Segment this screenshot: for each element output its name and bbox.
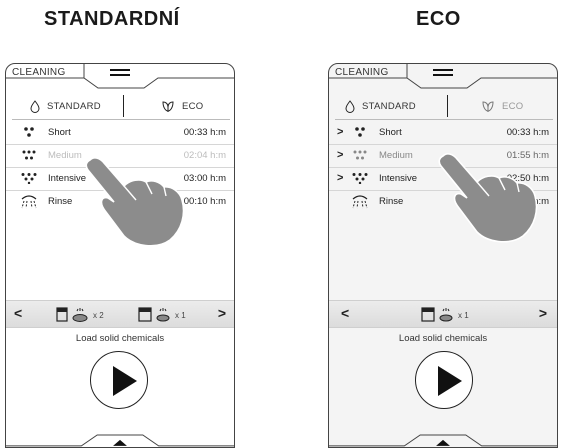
program-intensive[interactable]: Intensive 03:00 h:m: [6, 168, 234, 191]
play-icon: [438, 366, 462, 396]
tab-eco[interactable]: ECO: [481, 95, 524, 117]
tab-standard-label: STANDARD: [362, 100, 416, 112]
play-button[interactable]: [90, 351, 148, 409]
chemical-qty: x 2: [93, 310, 104, 320]
chemical-item: x 1: [138, 307, 186, 323]
prev-arrow[interactable]: <: [14, 305, 22, 321]
program-name: Rinse: [48, 196, 73, 207]
chemical-item: x 1: [421, 307, 469, 323]
program-time: 00:33 h:m: [183, 127, 226, 138]
program-name: Short: [48, 127, 71, 138]
leaf-icon: [481, 99, 495, 113]
program-name: Intensive: [379, 173, 418, 184]
play-icon: [113, 366, 137, 396]
drops-9-icon: [20, 172, 38, 187]
mode-tabs: STANDARD ECO: [6, 95, 234, 120]
chemical-bar: < x 2 x 1 >: [6, 300, 234, 328]
heading-standard: STANDARDNÍ: [44, 8, 180, 30]
program-short[interactable]: Short 00:33 h:m: [6, 122, 234, 145]
chevron-right-icon: >: [337, 126, 344, 138]
program-name: Rinse: [379, 196, 404, 207]
play-button[interactable]: [415, 351, 473, 409]
program-rinse[interactable]: Rinse 00:10 h:m: [6, 191, 234, 213]
hamburger-menu-icon[interactable]: [110, 69, 130, 81]
hamburger-menu-icon[interactable]: [433, 69, 453, 81]
bottom-pull-tab[interactable]: [329, 417, 557, 447]
prev-arrow[interactable]: <: [341, 305, 349, 321]
program-intensive[interactable]: > Intensive 02:50 h:m: [329, 168, 557, 191]
bottom-pull-tab[interactable]: [6, 417, 234, 447]
drops-6-icon: [21, 149, 37, 164]
device-screen-eco: CLEANING STANDARD ECO > Short 00:33 h:m: [328, 63, 558, 448]
program-time: 03:00 h:m: [183, 173, 226, 184]
chemical-item: x 2: [56, 307, 104, 323]
top-bar: CLEANING: [6, 64, 234, 89]
program-short[interactable]: > Short 00:33 h:m: [329, 122, 557, 145]
shower-icon: [20, 195, 38, 212]
tab-eco-label: ECO: [502, 100, 524, 112]
leaf-icon: [161, 99, 175, 113]
program-name: Short: [379, 127, 402, 138]
program-time: 02:50 h:m: [506, 173, 549, 184]
tab-underline: [335, 119, 553, 120]
program-time: 00:10 h:m: [506, 196, 549, 207]
drops-3-icon: [22, 126, 36, 141]
program-time: 00:10 h:m: [183, 196, 226, 207]
dishwasher-chemical-icon: [56, 307, 88, 322]
program-medium[interactable]: Medium 02:04 h:m: [6, 145, 234, 168]
water-drop-icon: [30, 99, 40, 113]
screen-title: CLEANING: [335, 67, 389, 78]
drops-9-icon: [351, 172, 369, 187]
program-time: 00:33 h:m: [506, 127, 549, 138]
dishwasher-chemical-icon: [138, 307, 170, 322]
water-drop-icon: [345, 99, 355, 113]
tab-standard-label: STANDARD: [47, 100, 101, 112]
tab-divider: [123, 95, 124, 117]
program-time: 01:55 h:m: [506, 150, 549, 161]
next-arrow[interactable]: >: [218, 305, 226, 321]
tab-standard[interactable]: STANDARD: [30, 95, 101, 117]
tab-eco[interactable]: ECO: [161, 95, 204, 117]
chevron-right-icon: >: [337, 149, 344, 161]
chemical-qty: x 1: [175, 310, 186, 320]
next-arrow[interactable]: >: [539, 305, 547, 321]
load-chemicals-label: Load solid chemicals: [75, 333, 165, 344]
program-time: 02:04 h:m: [183, 150, 226, 161]
load-chemicals-label: Load solid chemicals: [398, 333, 488, 344]
chemical-bar: < x 1 >: [329, 300, 557, 328]
tab-underline: [12, 119, 230, 120]
heading-eco: ECO: [416, 8, 461, 30]
program-list: Short 00:33 h:m Medium 02:04 h:m Intensi…: [6, 122, 234, 213]
drops-3-icon: [353, 126, 367, 141]
chemical-qty: x 1: [458, 310, 469, 320]
tab-standard[interactable]: STANDARD: [345, 95, 416, 117]
program-list: > Short 00:33 h:m > Medium 01:55 h:m > I…: [329, 122, 557, 213]
device-screen-standard: CLEANING STANDARD ECO Short 00:33 h:m Me…: [5, 63, 235, 448]
screen-title: CLEANING: [12, 67, 66, 78]
program-name: Medium: [48, 150, 82, 161]
drops-6-icon: [352, 149, 368, 164]
mode-tabs: STANDARD ECO: [329, 95, 557, 120]
program-rinse[interactable]: Rinse 00:10 h:m: [329, 191, 557, 213]
shower-icon: [351, 195, 369, 212]
top-bar: CLEANING: [329, 64, 557, 89]
tab-divider: [447, 95, 448, 117]
program-name: Intensive: [48, 173, 87, 184]
program-name: Medium: [379, 150, 413, 161]
program-medium[interactable]: > Medium 01:55 h:m: [329, 145, 557, 168]
chevron-right-icon: >: [337, 172, 344, 184]
dishwasher-chemical-icon: [421, 307, 453, 322]
tab-eco-label: ECO: [182, 100, 204, 112]
